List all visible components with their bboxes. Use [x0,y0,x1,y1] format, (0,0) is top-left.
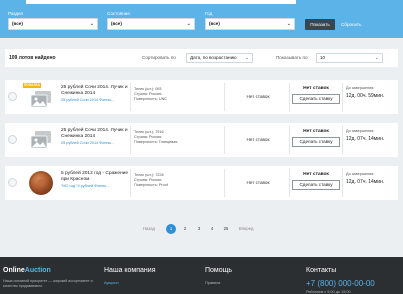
divider [130,83,131,111]
time-left-label: До завершения: [346,129,375,133]
lot-category-link[interactable]: 25 рублей Сочи 2014 Фонны... [61,141,114,145]
filter-year-label: Год [205,11,213,16]
divider [224,169,225,197]
lot-category-link[interactable]: "МО год" 5 рублей Фонны... [61,184,109,188]
bids-status: Нет ставок [303,172,329,177]
place-bid-button[interactable]: Сделать ставку [292,137,340,147]
lot-category-link[interactable]: 25 рублей Сочи 2014 Фонны... [61,98,114,102]
divider [342,83,343,111]
lot-surface: Поверхность: Proof [134,183,168,187]
per-page-value: 10 [320,55,326,60]
footer-tagline: Наша основной приоритет — широкий ассорт… [3,279,93,288]
footer-company-link[interactable]: Аукцион [104,281,119,285]
filter-section-value: (все) [12,21,23,26]
footer-contacts-heading: Контакты [306,267,337,274]
time-left-value: 12д. 07ч. 14мин. [346,179,385,185]
per-page-label: Показывать по [276,55,308,60]
filter-year-value: (все) [209,21,220,26]
promo-badge: ПОКАЗКА [23,83,41,88]
page-link-4[interactable]: 4 [207,224,217,234]
filter-year-select[interactable]: (все) ⌄ [205,18,295,30]
lot-select-checkbox[interactable] [8,92,17,101]
divider [224,83,225,111]
coin-photo [29,171,53,195]
filter-condition-value: (все) [111,21,122,26]
filter-section-select[interactable]: (все) ⌄ [8,18,98,30]
sort-select[interactable]: Дата, по возрастанию ⌄ [186,53,253,63]
sort-value: Дата, по возрастанию [190,55,237,60]
time-left-label: До завершения: [346,172,375,176]
footer-help-heading: Помощь [205,267,233,274]
time-left-value: 12д. 07ч. 14мин. [346,136,385,142]
filter-panel: Раздел (все) ⌄ Состояние (все) ⌄ Год (вс… [0,0,403,38]
lot-surface: Поверхность: UNC [134,97,168,101]
filter-condition-select[interactable]: (все) ⌄ [107,18,195,30]
per-page-select[interactable]: 10 ⌄ [316,53,383,63]
lot-select-checkbox[interactable] [8,135,17,144]
footer-phone[interactable]: +7 (800) 000-00-00 [306,279,375,288]
footer: OnlineAuction Наша основной приоритет — … [0,257,403,294]
lot-row[interactable]: ПОКАЗКА 25 рублей Сочи 2014. Лучик и Сне… [5,80,398,114]
page-link-3[interactable]: 3 [194,224,204,234]
chevron-down-icon: ⌄ [89,21,94,27]
chevron-down-icon: ⌄ [244,55,249,61]
filter-condition-label: Состояние [107,11,130,16]
bids-status: Нет ставок [303,129,329,134]
place-bid-button[interactable]: Сделать ставку [292,94,340,104]
chevron-down-icon: ⌄ [286,21,291,27]
lot-title[interactable]: 25 рублей Сочи 2014. Лучик и Снежинка 20… [61,128,129,140]
placeholder-photo-icon [30,131,51,149]
lot-title[interactable]: 5 рублей 2012 год - Сражение при Красном [61,171,129,183]
divider [130,169,131,197]
search-strip [26,0,296,4]
current-bid: Нет ставок [246,180,270,185]
divider [342,126,343,154]
lot-row[interactable]: 25 рублей Сочи 2014. Лучик и Снежинка 20… [5,123,398,157]
page-link-25[interactable]: 25 [221,224,231,234]
footer-logo[interactable]: OnlineAuction [3,267,51,274]
chevron-down-icon: ⌄ [186,21,191,27]
page-link-2[interactable]: 2 [180,224,190,234]
current-bid: Нет ставок [246,137,270,142]
lot-title[interactable]: 25 рублей Сочи 2014. Лучик и Снежинка 20… [61,85,129,97]
divider [224,126,225,154]
sort-label: Сортировать по [142,55,176,60]
reset-link[interactable]: Сбросить [341,19,361,30]
footer-company-heading: Наша компания [104,267,156,274]
chevron-down-icon: ⌄ [374,55,379,61]
logo-main: Online [3,267,25,274]
divider [130,126,131,154]
pagination-next[interactable]: Вперед [239,226,253,231]
pagination-prev[interactable]: Назад [143,226,155,231]
lot-properties: Телек (шт.): 7916 Страна: Россия Поверхн… [134,130,177,145]
logo-accent: Auction [24,267,51,274]
place-bid-button[interactable]: Сделать ставку [292,180,340,190]
footer-contacts-line: Работаем с 9:00 до 19:00 [306,290,351,294]
current-bid: Нет ставок [246,94,270,99]
show-button[interactable]: Показать [305,19,335,30]
bids-status: Нет ставок [303,86,329,91]
sort-bar: 109 лотов найдено Сортировать по Дата, п… [5,49,398,67]
filter-section-label: Раздел [8,11,24,16]
divider [342,169,343,197]
time-left-value: 12д. 00ч. 59мин. [346,93,385,99]
lot-surface: Поверхность: Глянцевая [134,140,178,144]
footer-help-link[interactable]: Правила [205,281,220,285]
lot-properties: Телек (шт.): 7228 Страна: Россия Поверхн… [134,173,168,188]
time-left-label: До завершения: [346,86,375,90]
lot-row[interactable]: 5 рублей 2012 год - Сражение при Красном… [5,166,398,200]
lot-properties: Телек (шт.): 093 Страна: Россия Поверхно… [134,87,167,102]
pagination: Назад 1 2 3 4 25 Вперед [0,223,403,235]
lot-select-checkbox[interactable] [8,178,17,187]
lots-found-count: 109 лотов найдено [9,55,56,61]
page-link-1[interactable]: 1 [166,224,176,234]
